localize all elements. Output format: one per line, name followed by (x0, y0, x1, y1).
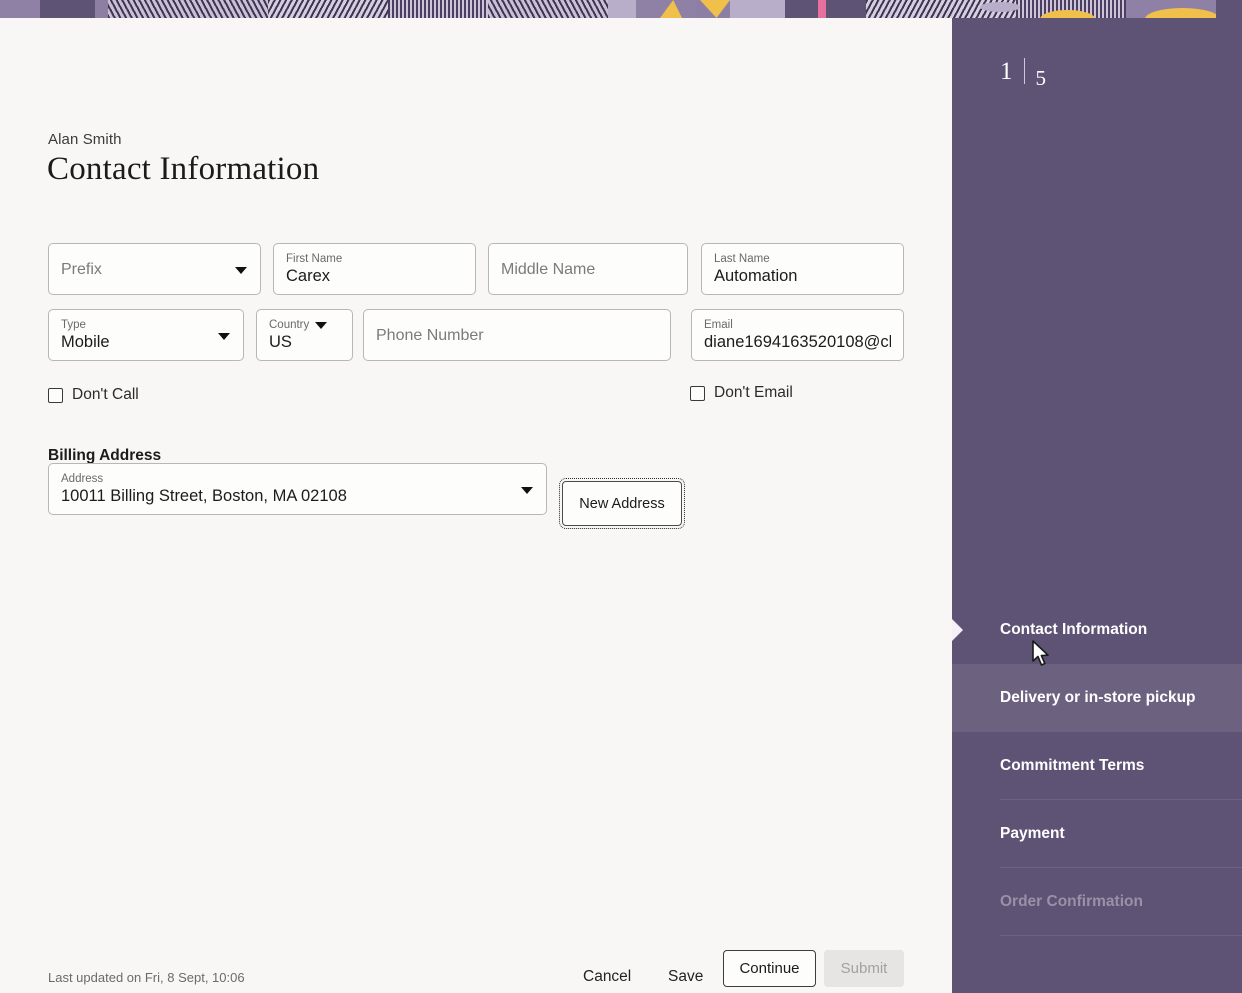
banner-shape (1216, 0, 1242, 18)
billing-address-select[interactable]: Address 10011 Billing Street, Boston, MA… (48, 463, 547, 515)
banner-shape (730, 0, 785, 18)
last-updated-text: Last updated on Fri, 8 Sept, 10:06 (48, 970, 245, 985)
banner-shape (826, 0, 866, 18)
divider (1000, 935, 1242, 936)
prefix-placeholder: Prefix (61, 260, 102, 278)
banner-stripes (108, 0, 268, 18)
first-name-label: First Name (286, 252, 343, 265)
prefix-select[interactable]: Prefix (48, 243, 261, 295)
chevron-down-icon (521, 487, 533, 494)
customer-name: Alan Smith (48, 131, 122, 148)
submit-button: Submit (824, 950, 904, 987)
step-separator (1023, 58, 1025, 84)
checkout-sidebar: 1 5 Contact Information Delivery or in-s… (952, 18, 1242, 993)
banner-shape (0, 0, 40, 18)
phone-number-placeholder: Phone Number (376, 326, 484, 344)
chevron-down-icon (218, 333, 230, 340)
sidebar-item-commitment-terms[interactable]: Commitment Terms (952, 732, 1242, 800)
last-name-label: Last Name (714, 252, 770, 265)
sidebar-item-label: Order Confirmation (1000, 893, 1143, 910)
step-indicator: 1 5 (1000, 58, 1046, 91)
phone-type-select[interactable]: Type Mobile (48, 309, 244, 361)
phone-number-input[interactable]: Phone Number (363, 309, 671, 361)
save-button[interactable]: Save (668, 968, 703, 986)
banner-shape (700, 0, 730, 18)
banner-stripes (268, 0, 388, 18)
chevron-down-icon (235, 267, 247, 274)
dont-call-checkbox[interactable] (48, 387, 63, 403)
dont-email-label: Don't Email (714, 384, 793, 401)
billing-address-value: 10011 Billing Street, Boston, MA 02108 (61, 486, 347, 505)
continue-button[interactable]: Continue (723, 950, 816, 987)
cancel-button[interactable]: Cancel (583, 968, 631, 986)
banner-shape (818, 0, 826, 18)
middle-name-input[interactable]: Middle Name (488, 243, 688, 295)
banner-stripes (388, 0, 488, 18)
sidebar-item-label: Delivery or in-store pickup (1000, 689, 1196, 706)
sidebar-item-label: Commitment Terms (1000, 757, 1145, 774)
email-label: Email (704, 318, 733, 331)
banner-shape (40, 0, 95, 18)
sidebar-item-delivery-pickup[interactable]: Delivery or in-store pickup (952, 664, 1242, 732)
step-current: 1 (1000, 58, 1013, 85)
phone-type-value: Mobile (61, 332, 110, 351)
chevron-down-icon (315, 321, 328, 329)
active-step-arrow-icon (952, 619, 963, 641)
sidebar-item-contact-information[interactable]: Contact Information (952, 596, 1242, 664)
phone-type-label: Type (61, 318, 86, 331)
page-title: Contact Information (47, 151, 320, 187)
sidebar-item-payment[interactable]: Payment (952, 800, 1242, 868)
dont-email-checkbox-row[interactable]: Don't Email (690, 384, 793, 402)
mouse-cursor (1032, 640, 1049, 666)
last-name-input[interactable]: Last Name Automation (701, 243, 904, 295)
sidebar-item-label: Payment (1000, 825, 1065, 842)
banner-stripes (488, 0, 608, 18)
sidebar-item-label: Contact Information (1000, 621, 1148, 638)
banner-shape (980, 2, 1020, 12)
country-select[interactable]: Country US (256, 309, 353, 361)
last-name-value: Automation (714, 266, 798, 285)
first-name-input[interactable]: First Name Carex (273, 243, 476, 295)
dont-call-checkbox-row[interactable]: Don't Call (48, 386, 139, 404)
checkout-steps-list: Contact Information Delivery or in-store… (952, 596, 1242, 936)
new-address-button[interactable]: New Address (559, 478, 685, 529)
billing-address-label: Address (61, 472, 104, 485)
main-content: Alan Smith Contact Information Prefix Fi… (0, 18, 952, 993)
middle-name-placeholder: Middle Name (501, 260, 596, 278)
decorative-banner (0, 0, 1242, 18)
email-value: diane1694163520108@che (704, 332, 891, 351)
email-input[interactable]: Email diane1694163520108@che (691, 309, 904, 361)
banner-shape (608, 0, 636, 18)
first-name-value: Carex (286, 266, 331, 285)
sidebar-item-order-confirmation: Order Confirmation (952, 868, 1242, 936)
dont-call-label: Don't Call (72, 386, 139, 403)
country-value: US (269, 332, 292, 351)
step-total: 5 (1035, 66, 1047, 90)
country-label: Country (269, 318, 310, 331)
dont-email-checkbox[interactable] (690, 385, 705, 401)
